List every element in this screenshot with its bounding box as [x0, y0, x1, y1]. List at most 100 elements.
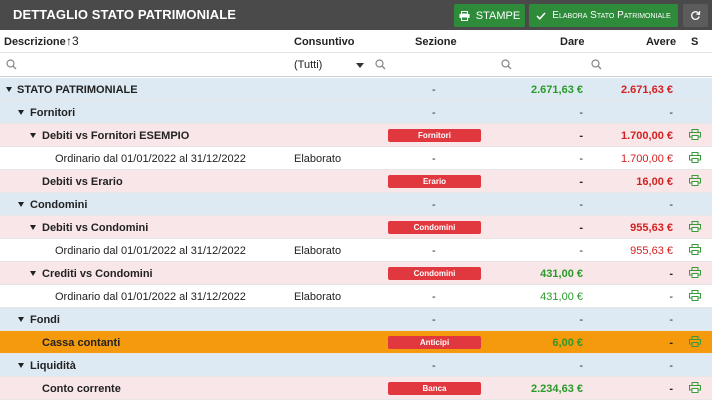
row-avere: -	[669, 107, 673, 119]
col-dare[interactable]: Dare	[560, 36, 584, 48]
col-sezione[interactable]: Sezione	[415, 36, 457, 48]
table-row[interactable]: Condomini - - -	[0, 193, 712, 216]
row-description: Liquidità	[30, 360, 76, 372]
table-row[interactable]: Fondi - - -	[0, 308, 712, 331]
check-icon	[536, 11, 546, 20]
col-consuntivo[interactable]: Consuntivo	[294, 36, 355, 48]
row-avere: -	[669, 291, 673, 303]
expand-toggle-icon[interactable]	[18, 202, 24, 207]
row-avere: -	[669, 337, 673, 349]
row-consuntivo: Elaborato	[294, 291, 342, 303]
row-avere: 955,63 €	[630, 222, 673, 234]
row-avere: -	[669, 268, 673, 280]
filter-row: (Tutti)	[0, 53, 712, 77]
row-sezione: -	[432, 360, 436, 372]
table-body: STATO PATRIMONIALE - 2.671,63 € 2.671,63…	[0, 78, 712, 400]
row-dare: -	[579, 130, 583, 142]
printer-icon[interactable]	[689, 290, 701, 301]
printer-icon	[459, 10, 470, 21]
row-dare: -	[579, 107, 583, 119]
row-avere: -	[669, 360, 673, 372]
stampe-label: STAMPE	[475, 9, 521, 22]
table-row[interactable]: Debiti vs Fornitori ESEMPIO Fornitori - …	[0, 124, 712, 147]
table-row[interactable]: Ordinario dal 01/01/2022 al 31/12/2022 E…	[0, 239, 712, 262]
row-avere: -	[669, 383, 673, 395]
elabora-stato-patrimoniale-button[interactable]: Elabora Stato Patrimoniale	[529, 4, 678, 27]
sort-indicator[interactable]: ↑3	[66, 34, 79, 48]
sezione-badge: Condomini	[388, 221, 481, 234]
row-dare: -	[579, 360, 583, 372]
table-row[interactable]: Ordinario dal 01/01/2022 al 31/12/2022 E…	[0, 285, 712, 308]
search-icon[interactable]	[501, 59, 512, 70]
row-description: Ordinario dal 01/01/2022 al 31/12/2022	[55, 245, 246, 257]
row-consuntivo: Elaborato	[294, 245, 342, 257]
row-sezione: -	[432, 245, 436, 257]
row-sezione: -	[432, 199, 436, 211]
elabora-label: Elabora Stato Patrimoniale	[552, 10, 671, 21]
row-dare: -	[579, 176, 583, 188]
row-avere: 1.700,00 €	[621, 130, 673, 142]
col-descrizione[interactable]: Descrizione	[4, 36, 66, 48]
search-icon[interactable]	[6, 59, 17, 70]
row-avere: -	[669, 199, 673, 211]
row-dare: -	[579, 199, 583, 211]
search-icon[interactable]	[375, 59, 386, 70]
row-sezione: -	[432, 153, 436, 165]
expand-toggle-icon[interactable]	[6, 87, 12, 92]
printer-icon[interactable]	[689, 336, 701, 347]
expand-toggle-icon[interactable]	[18, 110, 24, 115]
row-dare: -	[579, 314, 583, 326]
row-consuntivo: Elaborato	[294, 153, 342, 165]
table-row[interactable]: Debiti vs Condomini Condomini - 955,63 €	[0, 216, 712, 239]
sezione-badge: Erario	[388, 175, 481, 188]
row-dare: -	[579, 245, 583, 257]
table-row[interactable]: Fornitori - - -	[0, 101, 712, 124]
printer-icon[interactable]	[689, 244, 701, 255]
row-dare: 2.234,63 €	[531, 383, 583, 395]
row-description: Fondi	[30, 314, 60, 326]
printer-icon[interactable]	[689, 382, 701, 393]
table-row[interactable]: Ordinario dal 01/01/2022 al 31/12/2022 E…	[0, 147, 712, 170]
printer-icon[interactable]	[689, 267, 701, 278]
sezione-badge: Condomini	[388, 267, 481, 280]
printer-icon[interactable]	[689, 175, 701, 186]
stampe-button[interactable]: STAMPE	[454, 4, 525, 27]
row-avere: 955,63 €	[630, 245, 673, 257]
table-row[interactable]: Debiti vs Erario Erario - 16,00 €	[0, 170, 712, 193]
col-avere[interactable]: Avere	[646, 36, 676, 48]
table-row[interactable]: Conto corrente Banca 2.234,63 € -	[0, 377, 712, 400]
row-description: Debiti vs Fornitori ESEMPIO	[42, 130, 190, 142]
consuntivo-filter-select[interactable]: (Tutti)	[294, 59, 322, 71]
row-description: Crediti vs Condomini	[42, 268, 153, 280]
row-sezione: -	[432, 84, 436, 96]
table-row[interactable]: Liquidità - - -	[0, 354, 712, 377]
row-description: Condomini	[30, 199, 88, 211]
table-header: Descrizione ↑3 Consuntivo Sezione Dare A…	[0, 30, 712, 53]
refresh-button[interactable]	[683, 4, 708, 27]
expand-toggle-icon[interactable]	[18, 317, 24, 322]
expand-toggle-icon[interactable]	[30, 271, 36, 276]
row-dare: 431,00 €	[540, 268, 583, 280]
row-description: Ordinario dal 01/01/2022 al 31/12/2022	[55, 291, 246, 303]
table-row[interactable]: Crediti vs Condomini Condomini 431,00 € …	[0, 262, 712, 285]
printer-icon[interactable]	[689, 221, 701, 232]
printer-icon[interactable]	[689, 152, 701, 163]
chevron-down-icon[interactable]	[356, 63, 364, 68]
row-dare: -	[579, 222, 583, 234]
expand-toggle-icon[interactable]	[30, 225, 36, 230]
row-description: Cassa contanti	[42, 337, 121, 349]
page-title: DETTAGLIO STATO PATRIMONIALE	[13, 7, 237, 22]
sezione-badge: Fornitori	[388, 129, 481, 142]
row-description: Fornitori	[30, 107, 76, 119]
sezione-badge: Banca	[388, 382, 481, 395]
search-icon[interactable]	[591, 59, 602, 70]
expand-toggle-icon[interactable]	[30, 133, 36, 138]
row-sezione: -	[432, 107, 436, 119]
expand-toggle-icon[interactable]	[18, 363, 24, 368]
table-row[interactable]: Cassa contanti Anticipi 6,00 € -	[0, 331, 712, 354]
table-row[interactable]: STATO PATRIMONIALE - 2.671,63 € 2.671,63…	[0, 78, 712, 101]
row-dare: 6,00 €	[552, 337, 583, 349]
row-description: Debiti vs Erario	[42, 176, 123, 188]
col-s[interactable]: S	[691, 36, 698, 48]
printer-icon[interactable]	[689, 129, 701, 140]
